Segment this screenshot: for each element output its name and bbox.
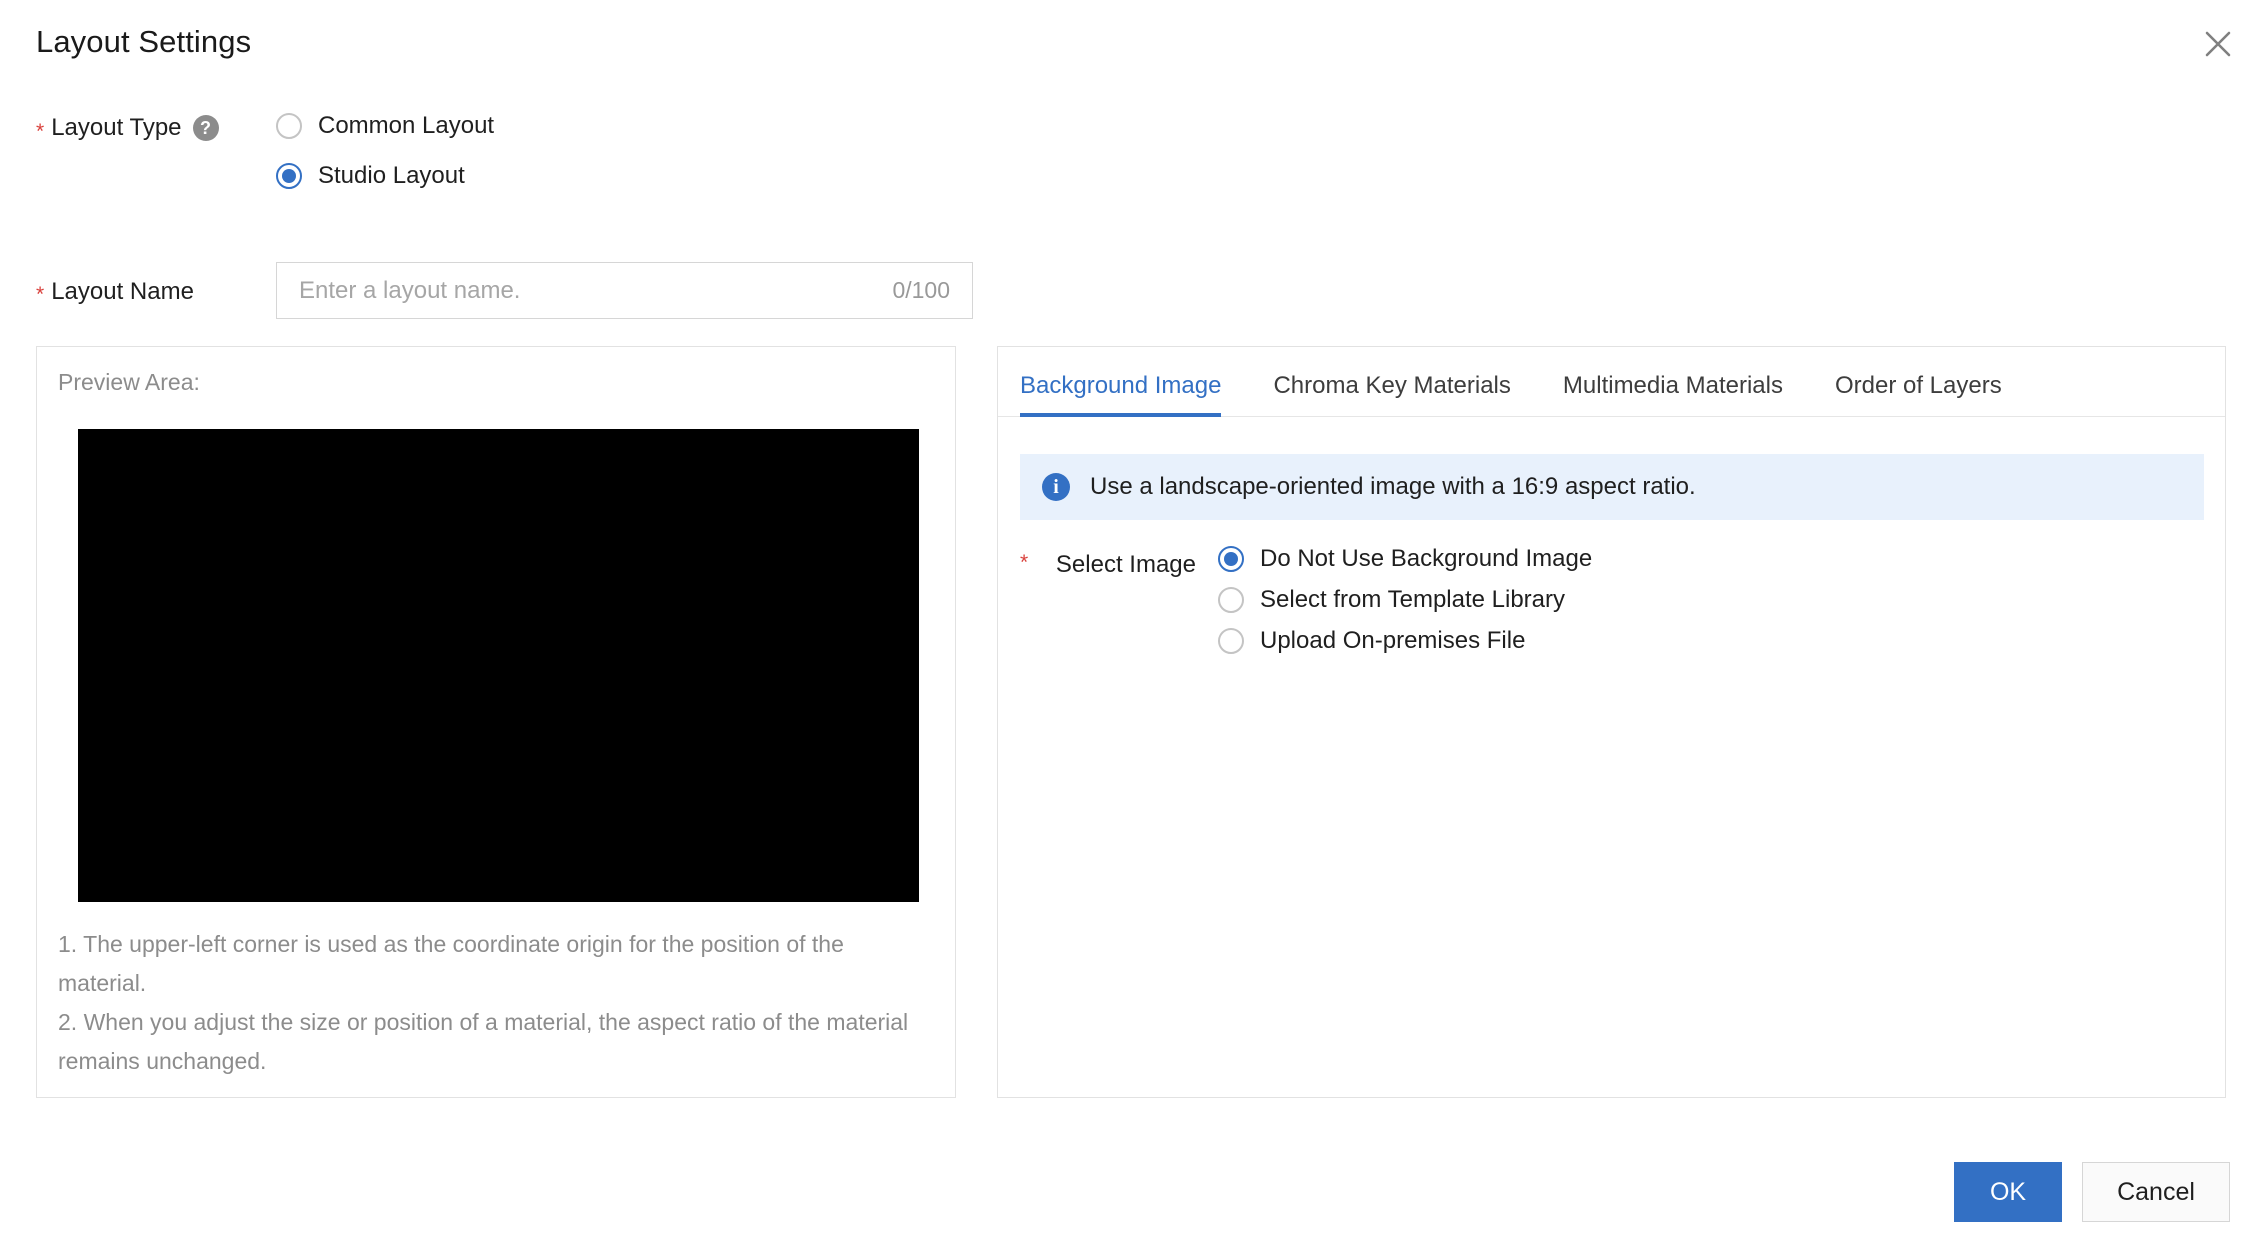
radio-mark-checked-icon	[276, 163, 302, 189]
preview-canvas[interactable]	[78, 429, 919, 902]
dialog-footer: OK Cancel	[1954, 1162, 2230, 1222]
select-image-radio-group: Do Not Use Background Image Select from …	[1218, 545, 1592, 655]
radio-mark-unchecked-icon	[1218, 587, 1244, 613]
materials-tab-bar: Background Image Chroma Key Materials Mu…	[998, 347, 2225, 417]
info-icon: i	[1042, 473, 1070, 501]
required-asterisk: *	[36, 119, 45, 143]
layout-type-radio-group: Common Layout Studio Layout	[276, 112, 494, 190]
required-asterisk: *	[36, 283, 45, 306]
radio-mark-unchecked-icon	[276, 113, 302, 139]
layout-name-row: * Layout Name 0/100	[36, 262, 973, 319]
radio-mark-unchecked-icon	[1218, 628, 1244, 654]
radio-upload-on-premises-file-label: Upload On-premises File	[1260, 627, 1526, 654]
character-counter: 0/100	[892, 277, 950, 303]
radio-upload-on-premises-file[interactable]: Upload On-premises File	[1218, 627, 1592, 655]
ok-button[interactable]: OK	[1954, 1162, 2062, 1222]
layout-name-input[interactable]	[299, 276, 883, 305]
radio-mark-checked-icon	[1218, 546, 1244, 572]
layout-name-label: Layout Name	[51, 277, 194, 305]
layout-name-label-cell: * Layout Name	[36, 276, 276, 306]
radio-select-from-template-library[interactable]: Select from Template Library	[1218, 586, 1592, 614]
radio-select-from-template-library-label: Select from Template Library	[1260, 586, 1566, 613]
radio-do-not-use-background-image-label: Do Not Use Background Image	[1260, 545, 1593, 572]
preview-area-caption: Preview Area:	[58, 369, 200, 395]
layout-type-label-cell: * Layout Type ?	[36, 112, 276, 142]
required-asterisk: *	[1020, 551, 1029, 574]
layout-type-label: Layout Type	[51, 114, 182, 141]
radio-common-layout-label: Common Layout	[318, 112, 495, 139]
info-banner-text: Use a landscape-oriented image with a 16…	[1090, 473, 1696, 500]
close-icon[interactable]	[2192, 18, 2244, 70]
tab-chroma-key-materials[interactable]: Chroma Key Materials	[1247, 372, 1536, 416]
radio-studio-layout-label: Studio Layout	[318, 162, 465, 189]
radio-studio-layout[interactable]: Studio Layout	[276, 162, 494, 190]
preview-panel: Preview Area: 1. The upper-left corner i…	[36, 346, 956, 1098]
preview-notes: 1. The upper-left corner is used as the …	[58, 931, 909, 1074]
radio-common-layout[interactable]: Common Layout	[276, 112, 494, 140]
tab-multimedia-materials[interactable]: Multimedia Materials	[1537, 372, 1809, 416]
tab-background-image[interactable]: Background Image	[1020, 372, 1247, 417]
cancel-button[interactable]: Cancel	[2082, 1162, 2230, 1222]
select-image-label: Select Image	[1055, 551, 1196, 578]
info-banner: i Use a landscape-oriented image with a …	[1020, 454, 2204, 520]
help-icon[interactable]: ?	[192, 115, 219, 141]
select-image-row: * Select Image Do Not Use Background Ima…	[1020, 545, 1592, 655]
page-title: Layout Settings	[36, 24, 252, 59]
radio-do-not-use-background-image[interactable]: Do Not Use Background Image	[1218, 545, 1592, 573]
layout-name-input-wrapper[interactable]: 0/100	[276, 262, 973, 319]
layout-type-row: * Layout Type ? Common Layout Studio Lay…	[36, 112, 494, 190]
layout-settings-dialog: Layout Settings * Layout Type ? Common L…	[0, 0, 2266, 1250]
materials-panel: Background Image Chroma Key Materials Mu…	[997, 346, 2226, 1098]
tab-order-of-layers[interactable]: Order of Layers	[1809, 372, 2028, 416]
